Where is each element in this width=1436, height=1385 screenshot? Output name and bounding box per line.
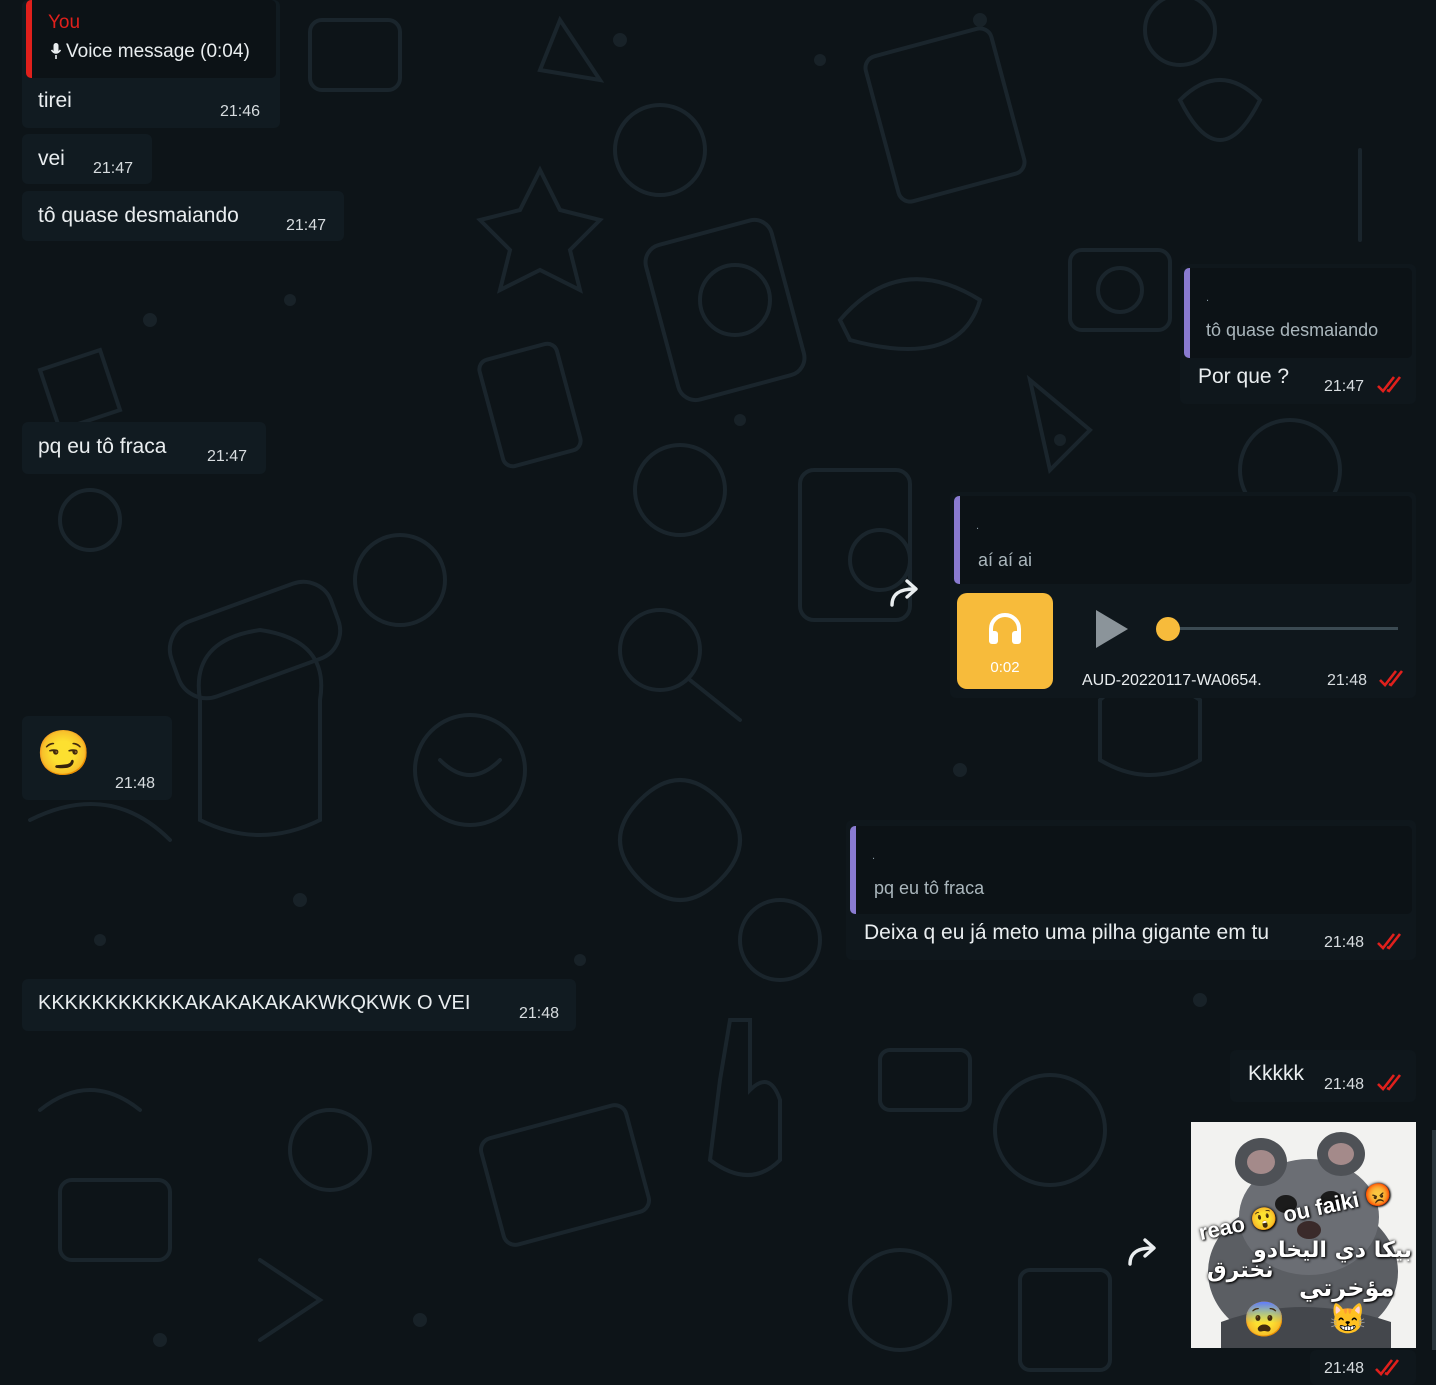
reply-bar	[26, 0, 32, 78]
cat-face-icon: 😸	[1329, 1303, 1367, 1336]
message-time: 21:46	[220, 103, 261, 120]
message-time: 21:48	[115, 775, 156, 792]
message-text: tirei	[38, 89, 72, 112]
audio-seek-track[interactable]	[1168, 627, 1398, 630]
forward-icon[interactable]	[1124, 1236, 1164, 1270]
message-time: 21:47	[1324, 378, 1365, 395]
message-bubble-incoming[interactable]: pq eu tô fraca 21:47	[22, 422, 266, 474]
forward-icon[interactable]	[886, 577, 926, 611]
reply-text: tô quase desmaiando	[1206, 320, 1379, 340]
message-text: pq eu tô fraca	[38, 435, 167, 458]
angry-face-icon: 😡	[1362, 1179, 1395, 1210]
message-bubble-outgoing[interactable]: Kkkkk 21:48	[1230, 1050, 1416, 1102]
reply-quote[interactable]: . aí aí ai	[954, 496, 1412, 584]
double-check-icon	[1377, 376, 1402, 393]
shocked-face-icon: 😲	[1247, 1204, 1280, 1235]
double-check-icon	[1377, 933, 1402, 950]
double-check-icon	[1377, 1074, 1402, 1091]
double-check-icon	[1379, 670, 1404, 687]
reply-sender: .	[976, 520, 980, 532]
message-time: 21:47	[207, 448, 248, 465]
message-bubble-incoming[interactable]: tô quase desmaiando 21:47	[22, 191, 344, 241]
message-bubble-incoming[interactable]: KKKKKKKKKKKAKAKAKAKAKWKQKWK O VEI 21:48	[22, 979, 576, 1031]
message-time: 21:47	[286, 217, 327, 234]
message-text: KKKKKKKKKKKAKAKAKAKAKWKQKWK O VEI	[38, 992, 471, 1014]
message-bubble-outgoing[interactable]: . tô quase desmaiando Por que ? 21:47	[1180, 264, 1416, 404]
message-bubble-outgoing[interactable]: . pq eu tô fraca Deixa q eu já meto uma …	[846, 820, 1416, 960]
message-time: 21:47	[93, 160, 134, 177]
reply-quote[interactable]: You Voice message (0:04)	[26, 0, 276, 78]
reply-text: pq eu tô fraca	[874, 878, 985, 898]
fearful-face-icon: 😨	[1243, 1301, 1286, 1339]
message-bubble-incoming[interactable]: 😏 21:48	[22, 716, 172, 800]
sticker-arabic-2: نخترق	[1207, 1258, 1274, 1283]
message-text: Deixa q eu já meto uma pilha gigante em …	[864, 921, 1270, 944]
message-time: 21:48	[1324, 1360, 1365, 1377]
emoji-message: 😏	[36, 729, 91, 778]
message-time: 21:48	[1324, 1076, 1365, 1093]
message-text: Por que ?	[1198, 365, 1290, 388]
reply-bar	[954, 496, 960, 584]
audio-filename: AUD-20220117-WA0654.	[1082, 672, 1262, 689]
reply-text: aí aí ai	[978, 550, 1033, 570]
reply-sender: .	[1206, 292, 1210, 304]
sticker-time-badge: 21:48	[1310, 1350, 1416, 1385]
message-time: 21:48	[519, 1005, 560, 1022]
reply-bar	[1184, 268, 1190, 358]
message-text: tô quase desmaiando	[38, 204, 239, 227]
reply-quote[interactable]: . tô quase desmaiando	[1184, 268, 1412, 358]
sticker-arabic-1: بيكا دي اليخادو	[1253, 1238, 1412, 1263]
headphones-icon	[989, 613, 1021, 644]
audio-thumbnail: 0:02	[957, 593, 1053, 689]
message-text: Kkkkk	[1248, 1062, 1305, 1085]
reply-bar	[850, 826, 856, 914]
sticker-message[interactable]: reao 😲 ou faiki 😡 بيكا دي اليخادو نخترق …	[1191, 1122, 1416, 1348]
reply-sender: .	[872, 850, 876, 862]
scrollbar[interactable]	[1432, 1130, 1436, 1350]
message-text: vei	[38, 147, 65, 170]
audio-duration: 0:02	[990, 659, 1020, 676]
play-button[interactable]	[1092, 608, 1132, 650]
reply-quote[interactable]: . pq eu tô fraca	[850, 826, 1412, 914]
double-check-icon	[1375, 1359, 1400, 1376]
sticker-arabic-3: مؤخرتي	[1299, 1274, 1395, 1302]
microphone-icon	[50, 42, 62, 65]
audio-seek-handle[interactable]	[1156, 617, 1180, 641]
message-time: 21:48	[1327, 672, 1368, 689]
message-bubble-incoming[interactable]: You Voice message (0:04) tirei 21:46	[22, 0, 280, 128]
message-bubble-incoming[interactable]: vei 21:47	[22, 134, 152, 184]
reply-text: Voice message (0:04)	[66, 41, 250, 62]
reply-sender: You	[48, 12, 81, 33]
message-time: 21:48	[1324, 934, 1365, 951]
message-bubble-outgoing[interactable]: . aí aí ai 0:02 AUD-20220117-WA0654. 21:…	[950, 492, 1416, 698]
